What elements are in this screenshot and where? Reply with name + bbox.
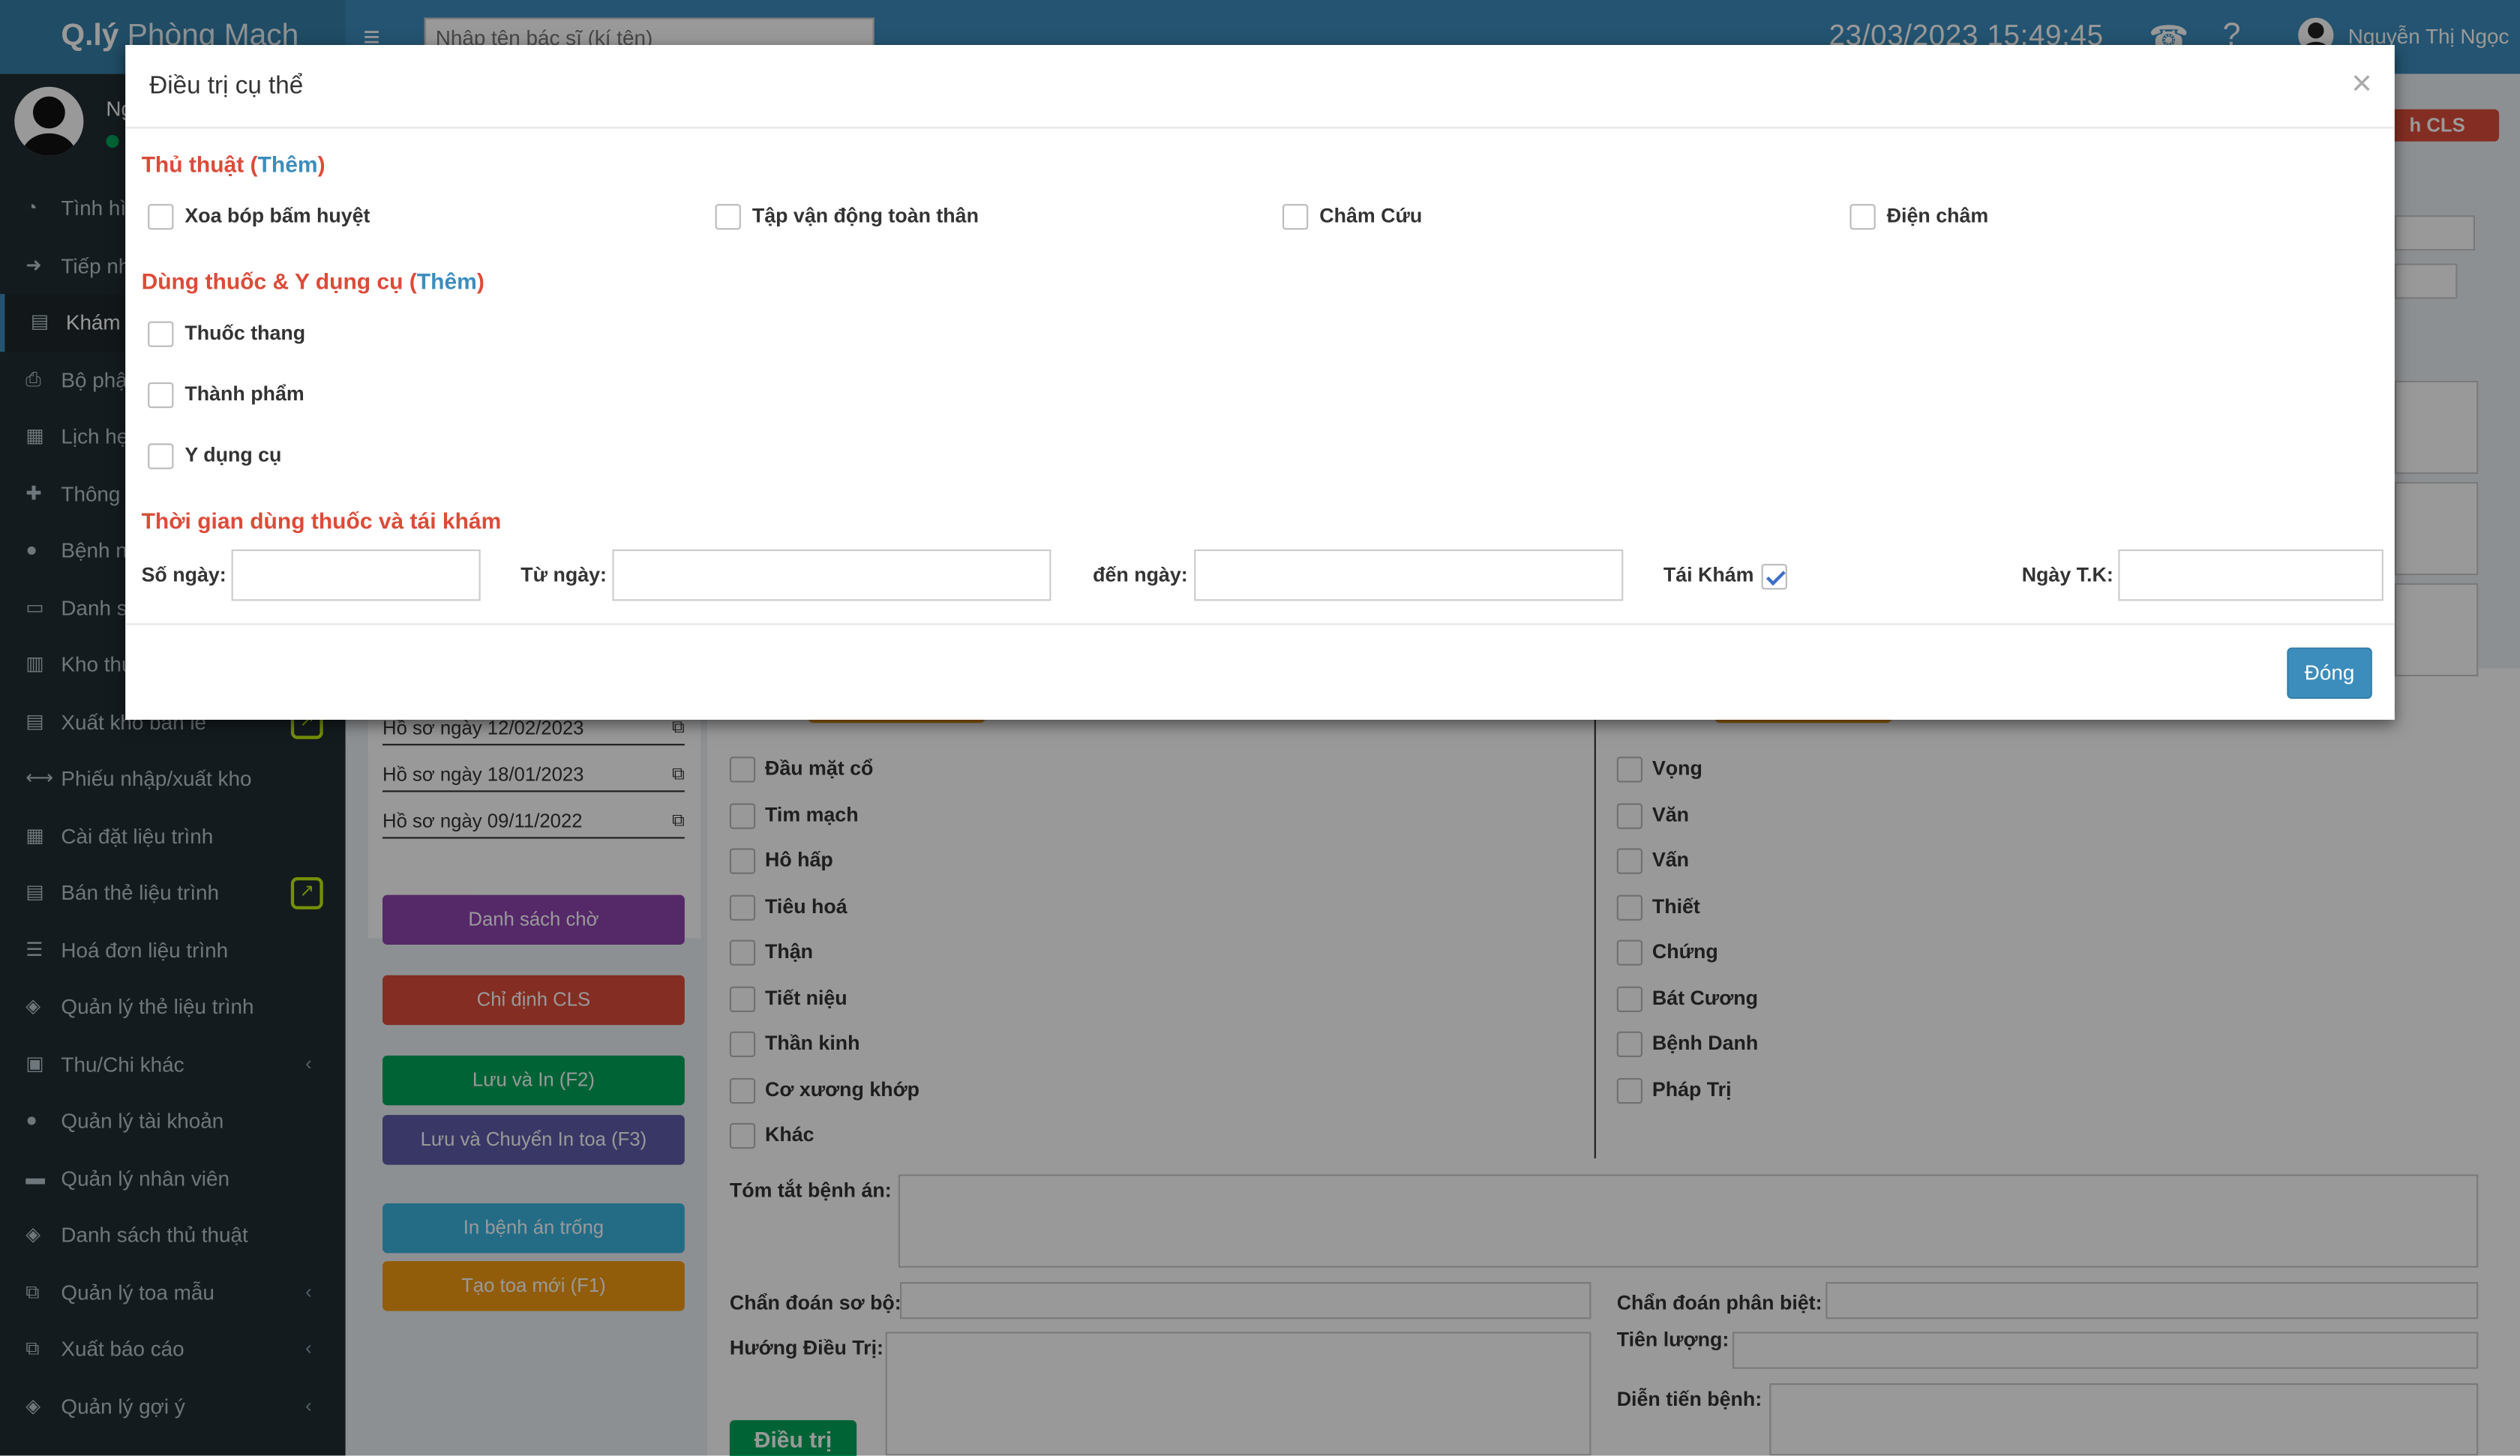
checkbox[interactable] [1850,204,1876,230]
procedure-checkbox-acupuncture[interactable]: Châm Cứu [1282,204,1422,230]
modal-footer: Đóng [125,623,2395,720]
to-date-label: đến ngày: [1093,564,1188,587]
from-date-input[interactable] [612,549,1052,601]
revisit-date-label: Ngày T.K: [2021,564,2114,587]
from-date-label: Từ ngày: [520,564,607,587]
drug-checkbox-finished[interactable]: Thành phẩm [148,382,304,409]
checkbox[interactable] [148,382,174,409]
procedures-section-title: Thủ thuật (Thêm) [141,151,326,177]
treatment-detail-modal: Điều trị cụ thể × Thủ thuật (Thêm) Xoa b… [125,45,2395,720]
revisit-label: Tái Khám [1663,564,1754,587]
checkbox[interactable] [715,204,741,230]
revisit-checkbox[interactable] [1761,564,1787,590]
close-icon[interactable]: × [2351,65,2372,101]
procedure-checkbox-massage[interactable]: Xoa bóp bấm huyệt [148,204,370,230]
add-drug-link[interactable]: Thêm [417,268,477,294]
schedule-section-title: Thời gian dùng thuốc và tái khám [141,508,502,534]
procedure-checkbox-electro[interactable]: Điện châm [1850,204,1988,230]
drug-checkbox-equipment[interactable]: Y dụng cụ [148,443,281,469]
checkbox[interactable] [148,443,174,469]
checkbox[interactable] [148,204,174,230]
checkbox[interactable] [1282,204,1309,230]
add-procedure-link[interactable]: Thêm [258,151,318,176]
days-label: Số ngày: [141,564,226,587]
drug-checkbox-herbal[interactable]: Thuốc thang [148,321,305,347]
checkbox[interactable] [148,321,174,347]
drugs-section-title: Dùng thuốc & Y dụng cụ (Thêm) [141,268,484,295]
procedure-checkbox-exercise[interactable]: Tập vận động toàn thân [715,204,979,230]
modal-header: Điều trị cụ thể × [125,45,2395,129]
to-date-input[interactable] [1194,549,1624,601]
modal-title: Điều trị cụ thể [149,72,304,100]
days-input[interactable] [231,549,481,601]
close-button[interactable]: Đóng [2287,647,2372,700]
revisit-date-input[interactable] [2118,549,2384,601]
